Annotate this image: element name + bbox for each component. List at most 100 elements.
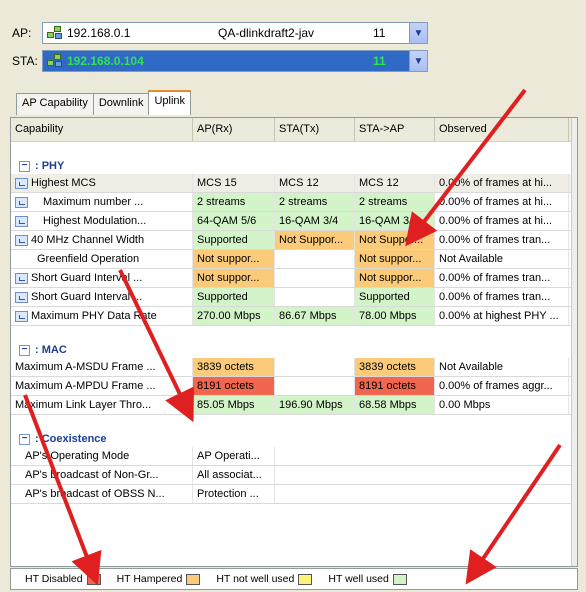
sta-value [275, 250, 355, 268]
ap-value: Supported [193, 288, 275, 306]
section-mac[interactable]: − : MAC [11, 334, 577, 358]
chart-icon[interactable] [15, 310, 28, 322]
table-row[interactable]: Highest Modulation... 64-QAM 5/6 16-QAM … [11, 212, 577, 231]
column-header-ap-rx[interactable]: AP(Rx) [193, 118, 275, 141]
sta-selector[interactable]: 192.168.0.104 11 ▼ [42, 50, 428, 72]
table-header: Capability AP(Rx) STA(Tx) STA->AP Observ… [11, 118, 577, 142]
legend-ht-disabled: HT Disabled [25, 573, 109, 585]
table-row[interactable]: Greenfield Operation Not suppor... Not s… [11, 250, 577, 269]
table-row[interactable]: 40 MHz Channel Width Supported Not Suppo… [11, 231, 577, 250]
sta-ap-value: Supported [355, 288, 435, 306]
observed-value: 0.00% of frames tran... [435, 231, 569, 249]
ap-value: Protection ... [193, 485, 275, 503]
ap-value: 8191 octets [193, 377, 275, 395]
table-row[interactable]: AP's broadcast of OBSS N... Protection .… [11, 485, 577, 504]
sta-value: 2 streams [275, 193, 355, 211]
orange-swatch-icon [186, 573, 201, 585]
capability-table: Capability AP(Rx) STA(Tx) STA->AP Observ… [10, 117, 578, 567]
tab-strip: AP Capability Downlink Uplink [16, 90, 192, 115]
row-label: Highest MCS [31, 177, 96, 189]
chart-icon[interactable] [15, 177, 28, 189]
ap-value: 85.05 Mbps [193, 396, 275, 414]
row-label: Maximum A-MPDU Frame ... [11, 377, 193, 395]
sta-ap-value: 78.00 Mbps [355, 307, 435, 325]
table-row[interactable]: Short Guard Interval ... Not suppor... N… [11, 269, 577, 288]
column-header-observed[interactable]: Observed [435, 118, 569, 141]
legend-ht-hampered: HT Hampered [117, 573, 209, 585]
observed-value: 0.00 Mbps [435, 396, 569, 414]
ap-value: MCS 15 [193, 174, 275, 192]
chart-icon[interactable] [15, 196, 28, 208]
collapse-icon[interactable]: − [19, 434, 30, 445]
red-swatch-icon [86, 573, 101, 585]
sta-ap-value: 3839 octets [355, 358, 435, 376]
chart-icon[interactable] [15, 272, 28, 284]
table-row[interactable]: AP's Operating Mode AP Operati... [11, 447, 577, 466]
sta-value [275, 269, 355, 287]
table-row[interactable]: Maximum Link Layer Thro... 85.05 Mbps 19… [11, 396, 577, 415]
sta-ap-value: 8191 octets [355, 377, 435, 395]
chart-icon[interactable] [15, 291, 28, 303]
chevron-down-icon[interactable]: ▼ [409, 23, 427, 43]
column-header-sta-ap[interactable]: STA->AP [355, 118, 435, 141]
row-label: 40 MHz Channel Width [31, 234, 145, 246]
sta-ap-value: 2 streams [355, 193, 435, 211]
row-label: Maximum Link Layer Thro... [11, 396, 193, 414]
table-row[interactable]: AP's broadcast of Non-Gr... All associat… [11, 466, 577, 485]
table-row[interactable]: Short Guard Interval ... Supported Suppo… [11, 288, 577, 307]
chart-icon[interactable] [15, 215, 28, 227]
ap-value: Not suppor... [193, 269, 275, 287]
ap-ip: 192.168.0.1 [67, 26, 131, 40]
ap-value: Not suppor... [193, 250, 275, 268]
row-label: AP's broadcast of OBSS N... [11, 485, 193, 503]
sta-ap-value: Not suppor... [355, 250, 435, 268]
table-row[interactable]: Highest MCS MCS 15 MCS 12 MCS 12 0.00% o… [11, 174, 577, 193]
sta-ip: 192.168.0.104 [67, 54, 144, 68]
chevron-down-icon[interactable]: ▼ [409, 51, 427, 71]
observed-value: 0.00% at highest PHY ... [435, 307, 569, 325]
section-title: : MAC [35, 344, 67, 356]
sta-value: Not Suppor... [275, 231, 355, 249]
ap-selector[interactable]: 192.168.0.1 QA-dlinkdraft2-jav 11 ▼ [42, 22, 428, 44]
observed-value: Not Available [435, 250, 569, 268]
collapse-icon[interactable]: − [19, 161, 30, 172]
ap-value: All associat... [193, 466, 275, 484]
section-coexistence[interactable]: − : Coexistence [11, 423, 577, 447]
table-row[interactable]: Maximum A-MPDU Frame ... 8191 octets 819… [11, 377, 577, 396]
sta-ap-value: 16-QAM 3/4 [355, 212, 435, 230]
ap-value: Supported [193, 231, 275, 249]
chart-icon[interactable] [15, 234, 28, 246]
observed-value: 0.00% of frames at hi... [435, 212, 569, 230]
table-row[interactable]: Maximum A-MSDU Frame ... 3839 octets 383… [11, 358, 577, 377]
observed-value: 0.00% of frames tran... [435, 288, 569, 306]
network-icon [47, 54, 63, 68]
sta-value [275, 377, 355, 395]
row-label: Greenfield Operation [37, 253, 140, 265]
sta-ap-value: 68.58 Mbps [355, 396, 435, 414]
vertical-scrollbar[interactable] [571, 118, 577, 566]
ap-channel: 11 [373, 26, 386, 40]
sta-value [275, 288, 355, 306]
ap-ssid: QA-dlinkdraft2-jav [218, 26, 315, 40]
ap-value: 270.00 Mbps [193, 307, 275, 325]
tab-ap-capability[interactable]: AP Capability [16, 93, 94, 115]
section-title: : Coexistence [35, 433, 107, 445]
column-header-capability[interactable]: Capability [11, 118, 193, 141]
table-row[interactable]: Maximum number ... 2 streams 2 streams 2… [11, 193, 577, 212]
section-phy[interactable]: − : PHY [11, 150, 577, 174]
tab-downlink[interactable]: Downlink [92, 93, 150, 115]
column-header-sta-tx[interactable]: STA(Tx) [275, 118, 355, 141]
row-label: Maximum PHY Data Rate [31, 310, 157, 322]
tab-uplink[interactable]: Uplink [148, 90, 192, 115]
legend-ht-well-used: HT well used [328, 573, 415, 585]
sta-value: 196.90 Mbps [275, 396, 355, 414]
sta-value [275, 358, 355, 376]
collapse-icon[interactable]: − [19, 345, 30, 356]
row-label: AP's Operating Mode [11, 447, 193, 465]
observed-value: 0.00% of frames at hi... [435, 193, 569, 211]
sta-value: MCS 12 [275, 174, 355, 192]
table-row[interactable]: Maximum PHY Data Rate 270.00 Mbps 86.67 … [11, 307, 577, 326]
ap-label: AP: [12, 26, 32, 40]
ap-value: 3839 octets [193, 358, 275, 376]
observed-value: 0.00% of frames aggr... [435, 377, 569, 395]
